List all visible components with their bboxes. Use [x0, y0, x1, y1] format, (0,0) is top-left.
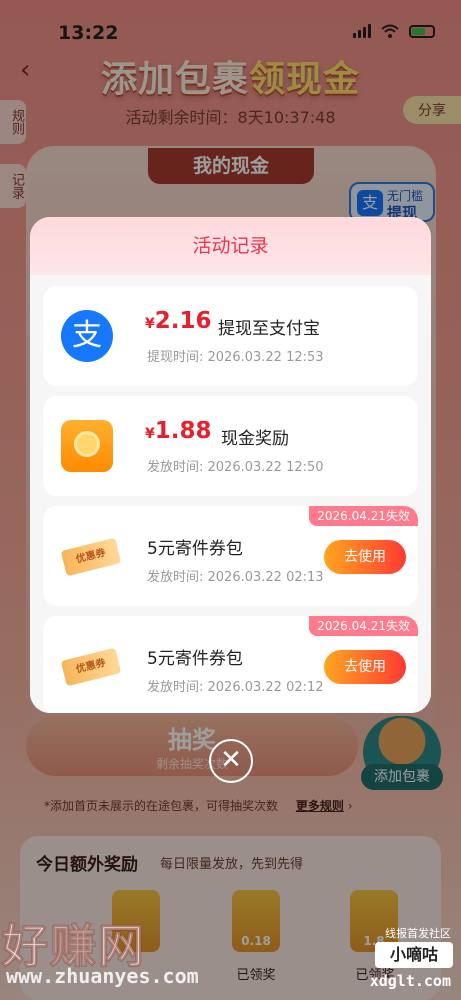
cash-reward-icon	[61, 420, 113, 472]
record-amount: ¥1.88	[145, 418, 212, 444]
record-title: 现金奖励	[221, 429, 289, 449]
expire-tag: 2026.04.21失效	[309, 506, 418, 526]
record-time: 发放时间: 2026.03.22 12:50	[147, 460, 324, 475]
coupon-ribbon: 优惠券	[60, 647, 122, 687]
record-amount: ¥2.16	[145, 308, 212, 334]
coupon-ribbon: 优惠券	[60, 537, 122, 577]
watermark-right-box: 小嘀咕	[375, 942, 453, 968]
record-time: 发放时间: 2026.03.22 02:12	[147, 680, 324, 695]
record-list: 支 ¥2.16 提现至支付宝 提现时间: 2026.03.22 12:53 ¥1…	[30, 275, 431, 713]
coupon-pack-icon: 优惠券	[60, 530, 122, 582]
record-title: 5元寄件券包	[147, 539, 243, 559]
coupon-pack-icon: 优惠券	[60, 640, 122, 692]
watermark-right-url: xdglt.com	[369, 972, 451, 990]
use-coupon-button[interactable]: 去使用	[324, 540, 406, 574]
record-title: 5元寄件券包	[147, 649, 243, 669]
use-coupon-button[interactable]: 去使用	[324, 650, 406, 684]
record-item: 优惠券 2026.04.21失效 5元寄件券包 发放时间: 2026.03.22…	[43, 616, 418, 713]
expire-tag: 2026.04.21失效	[309, 616, 418, 636]
record-time: 提现时间: 2026.03.22 12:53	[147, 350, 324, 365]
close-icon[interactable]: ✕	[209, 739, 253, 783]
alipay-icon: 支	[61, 310, 113, 362]
record-item: 支 ¥2.16 提现至支付宝 提现时间: 2026.03.22 12:53	[43, 286, 418, 386]
activity-record-modal: 活动记录 支 ¥2.16 提现至支付宝 提现时间: 2026.03.22 12:…	[30, 217, 431, 713]
record-title: 提现至支付宝	[218, 319, 320, 339]
watermark-right-top: 线报首发社区	[385, 927, 451, 940]
modal-title: 活动记录	[30, 217, 431, 275]
record-item: ¥1.88 现金奖励 发放时间: 2026.03.22 12:50	[43, 396, 418, 496]
record-time: 发放时间: 2026.03.22 02:13	[147, 570, 324, 585]
watermark-left-url: www.zhuanyes.com	[6, 964, 199, 988]
record-item: 优惠券 2026.04.21失效 5元寄件券包 发放时间: 2026.03.22…	[43, 506, 418, 606]
